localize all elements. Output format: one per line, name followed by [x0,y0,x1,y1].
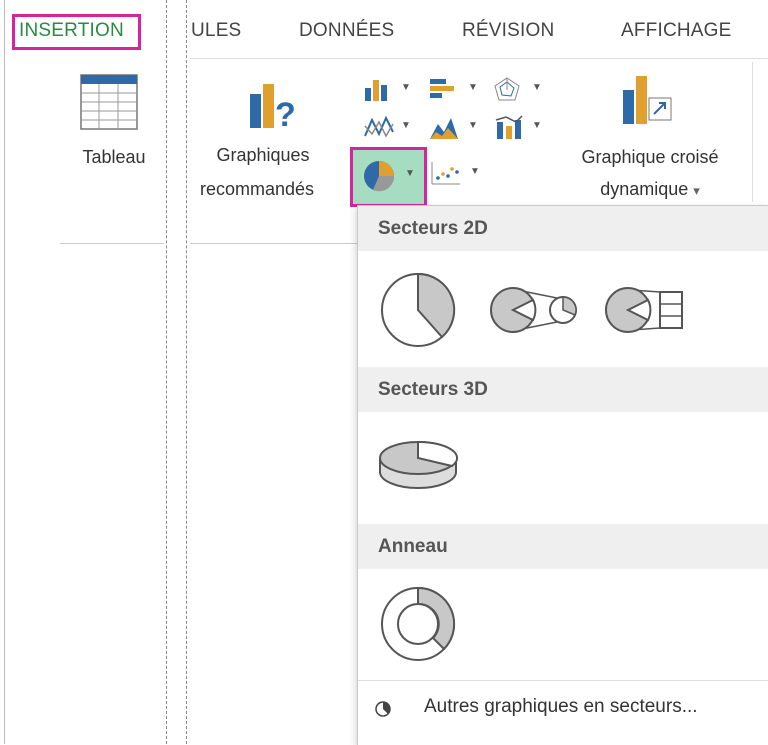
table-icon [80,74,138,130]
separator-right [186,0,187,744]
pie-chart-dropdown: Secteurs 2D Secteurs 3D Anneau Autres gr… [357,205,768,745]
pie-small-icon [375,701,391,717]
pivot-label-text: dynamique [600,179,689,199]
line-chart-icon [364,115,394,138]
tab-revision[interactable]: RÉVISION [462,20,554,42]
pie-3d-icon [379,440,459,489]
combo-chart-caret-icon: ▼ [532,120,542,131]
column-chart-caret-icon: ▼ [401,82,411,93]
section-header-2d: Secteurs 2D [358,206,768,251]
pivot-label-line2: dynamique ▾ [555,176,745,204]
pie-2d-option[interactable] [378,270,458,350]
pie-chart-caret-icon: ▼ [405,168,415,179]
column-chart-icon [365,80,387,101]
separator-left [166,0,167,744]
bar-chart-button[interactable]: ▼ [428,76,483,104]
section-header-doughnut: Anneau [358,524,768,569]
svg-text:?: ? [275,96,296,130]
more-pie-charts-label: Autres graphiques en secteurs... [424,696,698,717]
section-header-3d: Secteurs 3D [358,367,768,412]
left-edge-line [4,0,5,744]
doughnut-option[interactable] [378,584,458,664]
recommended-label-line1: Graphiques [216,145,310,165]
recommended-charts-button[interactable]: ? Graphiques recommandés [198,80,348,205]
ribbon-top-line [190,58,768,59]
bar-of-pie-option[interactable] [598,280,688,340]
combo-chart-button[interactable]: ▼ [494,114,549,142]
bar-chart-caret-icon: ▼ [468,82,478,93]
line-chart-button[interactable]: ▼ [363,114,418,142]
pie-chart-icon [364,161,395,192]
tab-insertion[interactable]: INSERTION [19,20,124,42]
table-label: Tableau [82,147,146,167]
tab-formules[interactable]: ULES [191,20,241,42]
radar-chart-caret-icon: ▼ [532,82,542,93]
bar-chart-icon [430,79,454,98]
pie-chart-button[interactable]: ▼ [350,147,427,207]
pivot-caret-icon: ▾ [693,183,700,198]
recommended-label-line2: recommandés [200,179,315,199]
pie-of-pie-icon [490,287,577,333]
column-chart-button[interactable]: ▼ [363,76,418,104]
left-ribbon-bottom [60,243,164,244]
area-chart-button[interactable]: ▼ [428,114,483,142]
dropdown-footer-line [358,680,768,681]
scatter-chart-icon [431,162,460,185]
more-pie-charts-menu-item[interactable]: Autres graphiques en secteurs... [358,686,768,732]
tab-donnees[interactable]: DONNÉES [299,20,394,42]
scatter-chart-caret-icon: ▼ [470,166,480,177]
area-chart-icon [430,118,458,139]
ribbon-right-sep [752,62,753,202]
recommended-charts-icon: ? [250,84,296,130]
radar-chart-icon [494,77,520,101]
pie-3d-option[interactable] [376,432,460,496]
radar-chart-button[interactable]: ▼ [492,76,547,104]
table-button[interactable]: Tableau [64,74,160,184]
pie-2d-icon [381,272,456,347]
bar-of-pie-icon [605,287,683,333]
pivot-chart-button[interactable]: Graphique croisé dynamique ▾ [555,72,745,202]
pivot-chart-icon [623,76,672,124]
scatter-chart-button[interactable]: ▼ [430,160,485,188]
ribbon-bottom [190,243,360,244]
line-chart-caret-icon: ▼ [401,120,411,131]
combo-chart-icon [495,115,523,139]
pie-of-pie-option[interactable] [483,280,583,340]
area-chart-caret-icon: ▼ [468,120,478,131]
pivot-label-line1: Graphique croisé [581,147,719,167]
tab-affichage[interactable]: AFFICHAGE [621,20,732,42]
doughnut-icon [381,586,456,661]
